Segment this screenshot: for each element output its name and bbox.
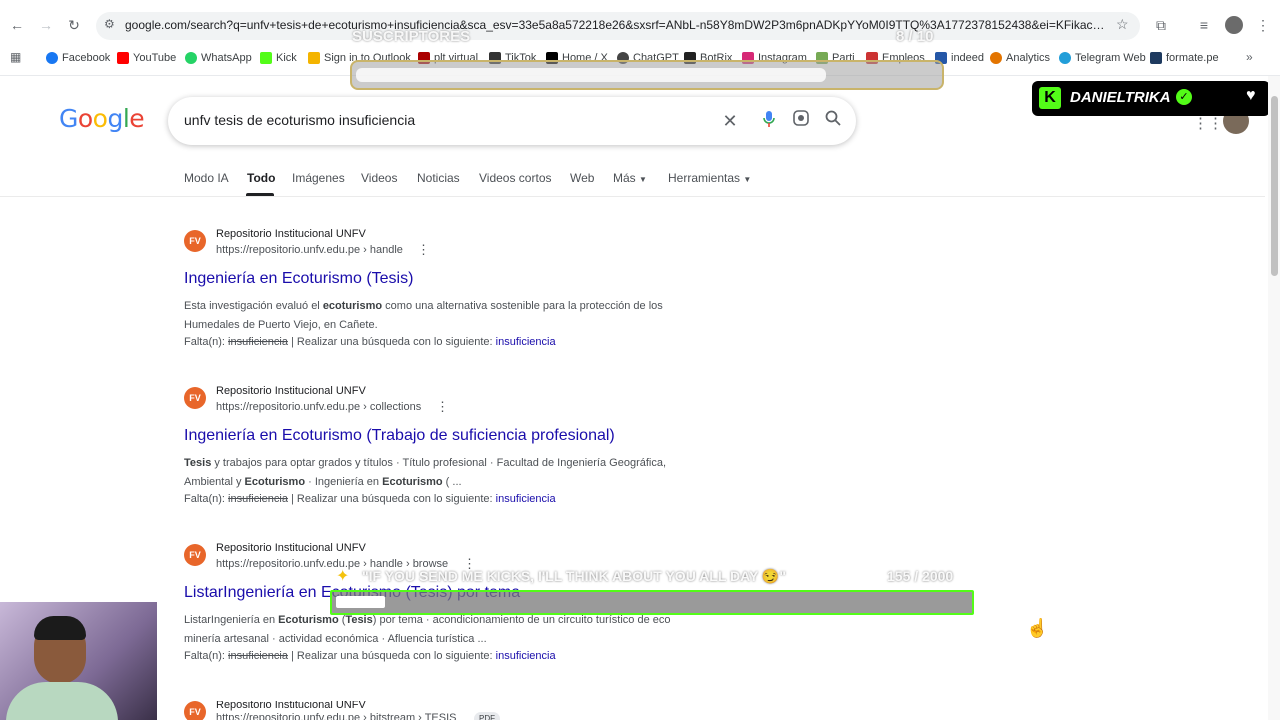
bookmark-telegram[interactable]: Telegram Web bbox=[1059, 50, 1146, 66]
search-with-link[interactable]: insuficiencia bbox=[496, 336, 556, 348]
search-box[interactable]: unfv tesis de ecoturismo insuficiencia ✕ bbox=[168, 97, 856, 145]
tab-modo-ia[interactable]: Modo IA bbox=[184, 171, 229, 185]
result-url[interactable]: https://repositorio.unfv.edu.pe › collec… bbox=[216, 401, 421, 413]
result-site-name[interactable]: Repositorio Institucional UNFV bbox=[216, 385, 366, 397]
more-bookmarks-icon[interactable]: » bbox=[1246, 50, 1253, 64]
apps-icon[interactable]: ▦ bbox=[10, 50, 21, 64]
result-title[interactable]: Ingeniería en Ecoturismo (Tesis) bbox=[184, 270, 413, 288]
url-text[interactable]: google.com/search?q=unfv+tesis+de+ecotur… bbox=[125, 18, 1110, 32]
more-options-icon[interactable]: ⋮ bbox=[417, 242, 430, 258]
tab-mas[interactable]: Más ▼ bbox=[613, 171, 647, 185]
microphone-icon[interactable] bbox=[758, 110, 780, 132]
tab-imagenes[interactable]: Imágenes bbox=[292, 171, 345, 185]
header-divider bbox=[0, 196, 1265, 197]
site-favicon: FV bbox=[184, 701, 206, 720]
tab-herramientas[interactable]: Herramientas ▼ bbox=[668, 171, 751, 185]
result-snippet: Tesis y trabajos para optar grados y tít… bbox=[184, 457, 667, 488]
tab-videos-cortos[interactable]: Videos cortos bbox=[479, 171, 552, 185]
sparkle-icon: ✦ bbox=[336, 568, 350, 585]
search-icon[interactable] bbox=[822, 110, 844, 132]
result-site-name[interactable]: Repositorio Institucional UNFV bbox=[216, 542, 366, 554]
webcam-feed bbox=[0, 602, 157, 720]
heart-icon: ♥ bbox=[1246, 87, 1256, 104]
search-result: FV Repositorio Institucional UNFV https:… bbox=[184, 385, 704, 507]
google-logo[interactable]: Google bbox=[59, 104, 145, 133]
kick-goal-label: "IF YOU SEND ME KICKS, I'LL THINK ABOUT … bbox=[362, 568, 787, 584]
person-shirt bbox=[6, 682, 118, 720]
subscriber-goal-label: SUSCRIPTORES bbox=[352, 28, 471, 45]
pdf-badge: PDF bbox=[474, 712, 500, 720]
result-url[interactable]: https://repositorio.unfv.edu.pe › bitstr… bbox=[216, 712, 456, 720]
streamer-badge: K DANIELTRIKA ✓ ♥ bbox=[1032, 81, 1270, 116]
search-with-link[interactable]: insuficiencia bbox=[496, 650, 556, 662]
bookmark-youtube[interactable]: YouTube bbox=[117, 50, 176, 66]
site-info-icon[interactable]: ⚙ bbox=[104, 17, 115, 31]
result-snippet: ListarIngeniería en Ecoturismo (Tesis) p… bbox=[184, 614, 671, 645]
hand-cursor-icon: ☝ bbox=[1026, 618, 1049, 638]
caret-down-icon: ▼ bbox=[743, 175, 752, 184]
streamer-name: DANIELTRIKA bbox=[1070, 89, 1171, 106]
media-icon[interactable]: ≡ bbox=[1193, 14, 1215, 36]
profile-avatar[interactable] bbox=[1225, 16, 1243, 34]
result-title[interactable]: Ingeniería en Ecoturismo (Trabajo de suf… bbox=[184, 427, 615, 445]
result-site-name[interactable]: Repositorio Institucional UNFV bbox=[216, 701, 366, 711]
lens-icon[interactable] bbox=[790, 110, 812, 132]
back-icon[interactable]: ← bbox=[6, 14, 28, 36]
missing-terms: Falta(n): insuficiencia | Realizar una b… bbox=[184, 650, 556, 662]
subscriber-goal-count: 8 / 10 bbox=[896, 28, 934, 45]
more-options-icon[interactable]: ⋮ bbox=[436, 399, 449, 415]
clear-icon[interactable]: ✕ bbox=[719, 110, 741, 132]
bookmark-kick[interactable]: Kick bbox=[260, 50, 297, 66]
address-bar[interactable]: ⚙ google.com/search?q=unfv+tesis+de+ecot… bbox=[96, 12, 1140, 40]
tab-videos[interactable]: Videos bbox=[361, 171, 397, 185]
bookmark-analytics[interactable]: Analytics bbox=[990, 50, 1050, 66]
subscriber-goal-bar bbox=[350, 60, 944, 90]
caret-down-icon: ▼ bbox=[639, 175, 647, 184]
search-input[interactable]: unfv tesis de ecoturismo insuficiencia bbox=[184, 112, 415, 128]
menu-icon[interactable]: ⋮ bbox=[1252, 14, 1274, 36]
result-url[interactable]: https://repositorio.unfv.edu.pe › handle bbox=[216, 244, 403, 256]
search-result: FV Repositorio Institucional UNFV https:… bbox=[184, 701, 704, 720]
reload-icon[interactable]: ↻ bbox=[63, 14, 85, 36]
search-result: FV Repositorio Institucional UNFV https:… bbox=[184, 228, 704, 350]
result-snippet: Esta investigación evaluó el ecoturismo … bbox=[184, 300, 663, 331]
extensions-icon[interactable]: ⧉ bbox=[1150, 14, 1172, 36]
site-favicon: FV bbox=[184, 230, 206, 252]
bookmark-star-icon[interactable]: ☆ bbox=[1116, 16, 1129, 33]
kick-goal-fill bbox=[336, 596, 385, 608]
verified-icon: ✓ bbox=[1176, 89, 1192, 105]
missing-terms: Falta(n): insuficiencia | Realizar una b… bbox=[184, 336, 556, 348]
forward-icon[interactable]: → bbox=[35, 14, 57, 36]
kick-goal-count: 155 / 2000 bbox=[887, 568, 954, 584]
scrollbar-thumb[interactable] bbox=[1271, 96, 1278, 276]
site-favicon: FV bbox=[184, 387, 206, 409]
tab-todo[interactable]: Todo bbox=[247, 171, 275, 185]
missing-terms: Falta(n): insuficiencia | Realizar una b… bbox=[184, 493, 556, 505]
search-with-link[interactable]: insuficiencia bbox=[496, 493, 556, 505]
person-hair bbox=[34, 616, 86, 640]
result-site-name[interactable]: Repositorio Institucional UNFV bbox=[216, 228, 366, 240]
bookmark-whatsapp[interactable]: WhatsApp bbox=[185, 50, 252, 66]
bookmark-formate[interactable]: formate.pe bbox=[1150, 50, 1219, 66]
bookmark-facebook[interactable]: Facebook bbox=[46, 50, 110, 66]
kick-logo-icon: K bbox=[1039, 87, 1061, 109]
tab-noticias[interactable]: Noticias bbox=[417, 171, 460, 185]
tab-web[interactable]: Web bbox=[570, 171, 594, 185]
kick-goal-bar bbox=[330, 590, 974, 615]
subscriber-goal-fill bbox=[356, 68, 826, 82]
site-favicon: FV bbox=[184, 544, 206, 566]
